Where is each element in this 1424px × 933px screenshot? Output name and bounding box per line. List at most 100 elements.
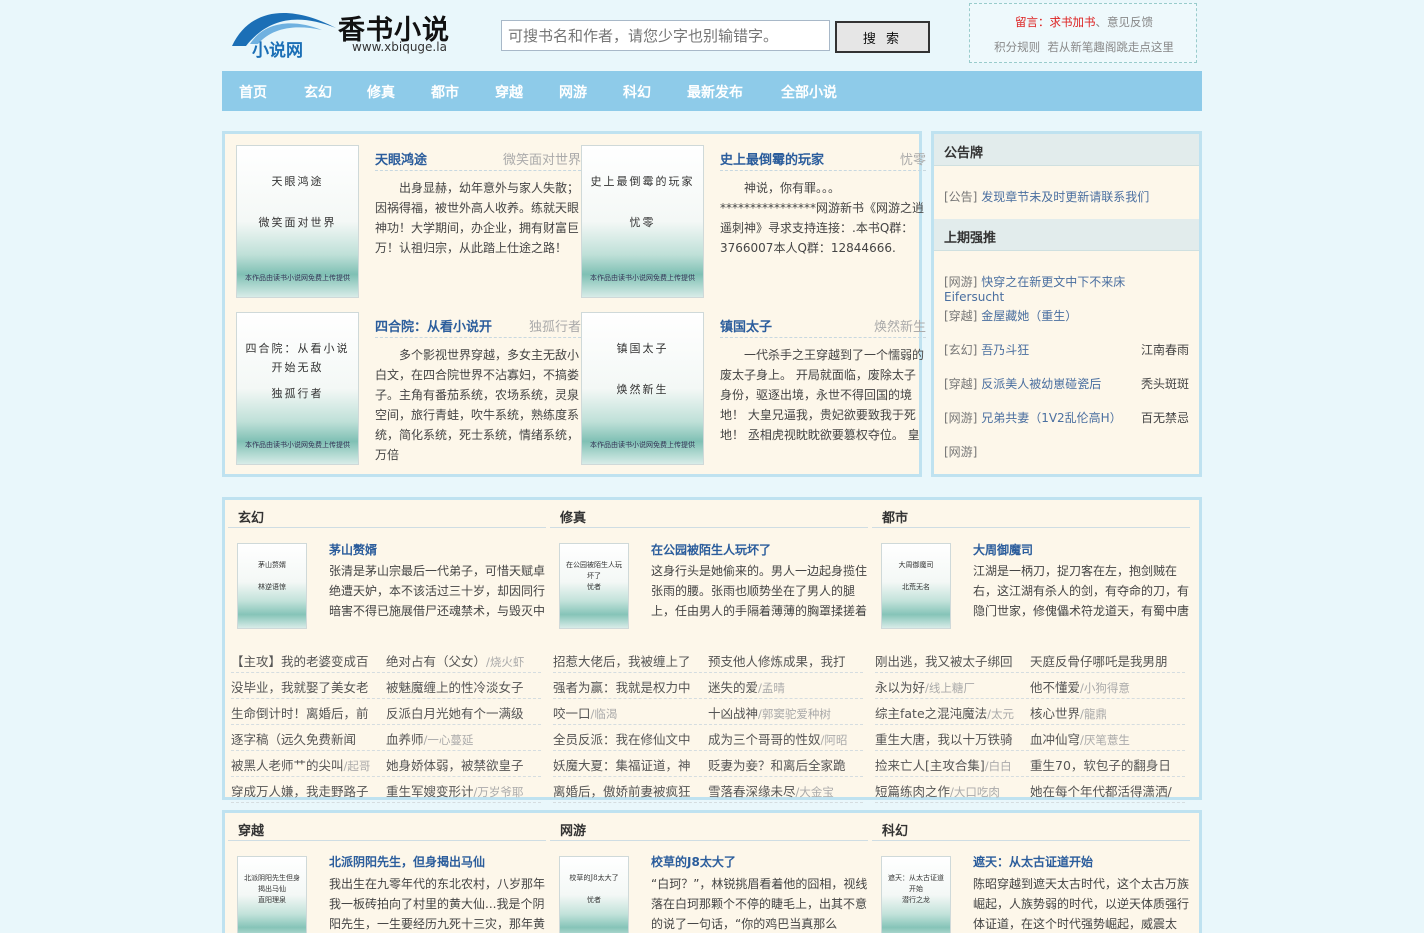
book-cover[interactable]: 史上最倒霉的玩家 忧零 本作品由读书小说网免费上传提供	[581, 145, 704, 298]
item-title[interactable]: 兄弟共妻（1V2乱伦高H）	[981, 411, 1122, 425]
list-item[interactable]: 生命倒计时！离婚后，前	[231, 703, 383, 722]
nav-dushi[interactable]: 都市	[431, 82, 459, 102]
list-item-title[interactable]: 离婚后，傲娇前妻被疯狂	[553, 784, 691, 799]
board-item[interactable]: [公告] 发现章节未及时更新请联系我们	[944, 188, 1189, 205]
list-item[interactable]: 穿成万人嫌，我走野路子	[231, 781, 383, 800]
book-cover[interactable]: 镇国太子 焕然新生 本作品由读书小说网免费上传提供	[581, 312, 704, 465]
list-item[interactable]: 绝对占有（父女）/烧火虾	[386, 651, 538, 670]
category-title[interactable]: 都市	[872, 504, 1190, 528]
feedback-link[interactable]: 意见反馈	[1107, 15, 1153, 29]
book-cover[interactable]: 茅山赘婿 林逆语惊	[237, 543, 307, 629]
book-title[interactable]: 在公园被陌生人玩坏了	[651, 541, 771, 558]
list-item-title[interactable]: 她身娇体弱，被禁欲皇子	[386, 758, 524, 773]
category-title[interactable]: 科幻	[872, 817, 1190, 841]
search-input[interactable]	[501, 20, 830, 51]
item-text[interactable]: 发现章节未及时更新请联系我们	[981, 190, 1149, 204]
category-title[interactable]: 修真	[550, 504, 868, 528]
list-item-title[interactable]: 被黑人老师艹的尖叫	[231, 758, 344, 773]
list-item-title[interactable]: 迷失的爱	[708, 680, 758, 695]
list-item-title[interactable]: 预支他人修炼成果，我打	[708, 654, 846, 669]
list-item[interactable]: 重生70，软包子的翻身日	[1030, 755, 1182, 774]
points-rules-link[interactable]: 积分规则	[994, 40, 1040, 54]
list-item-title[interactable]: 贬妻为妾？和离后全家跪	[708, 758, 846, 773]
list-item-title[interactable]: 综主fate之混沌魔法	[875, 706, 987, 721]
book-cover[interactable]: 校草的J8太大了 忧者	[559, 856, 629, 933]
list-item-title[interactable]: 她在每个年代都活得潇洒/	[1030, 784, 1172, 799]
nav-wangyou[interactable]: 网游	[559, 82, 587, 102]
list-item[interactable]: 强者为赢：我就是权力中	[553, 677, 705, 696]
list-item[interactable]: 被黑人老师艹的尖叫/起哥	[231, 755, 383, 774]
book-title[interactable]: 四合院：从看小说开	[375, 316, 492, 335]
search-button[interactable]: 搜 索	[835, 21, 930, 53]
item-title[interactable]: 金屋藏她（重生）	[981, 309, 1077, 323]
list-item[interactable]: 核心世界/龍鼎	[1030, 703, 1182, 722]
list-item-title[interactable]: 永以为好	[875, 680, 925, 695]
book-title[interactable]: 镇国太子	[720, 316, 772, 335]
list-item-title[interactable]: 雪落春深缘未尽	[708, 784, 796, 799]
list-item-title[interactable]: 十凶战神	[708, 706, 758, 721]
list-item[interactable]: 迷失的爱/孟晴	[708, 677, 860, 696]
list-item[interactable]: 离婚后，傲娇前妻被疯狂	[553, 781, 705, 800]
list-item-title[interactable]: 逐字稿（远久免费新闻	[231, 732, 356, 747]
list-item-title[interactable]: 【主攻】我的老婆变成百	[231, 654, 369, 669]
list-item-title[interactable]: 生命倒计时！离婚后，前	[231, 706, 369, 721]
book-cover[interactable]: 大周御魔司 北荒无名	[881, 543, 951, 629]
list-item[interactable]: 捡来亡人[主攻合集]/白白	[875, 755, 1027, 774]
strong-item[interactable]: [网游] 兄弟共妻（1V2乱伦高H） 百无禁忌	[944, 409, 1189, 426]
nav-latest[interactable]: 最新发布	[687, 82, 743, 102]
list-item[interactable]: 刚出逃，我又被太子绑回	[875, 651, 1027, 670]
book-title[interactable]: 遮天：从太古证道开始	[973, 853, 1093, 870]
list-item-title[interactable]: 血冲仙穹	[1030, 732, 1080, 747]
list-item-title[interactable]: 重生大唐，我以十万铁骑	[875, 732, 1013, 747]
list-item[interactable]: 反派白月光她有个一满级	[386, 703, 538, 722]
strong-item[interactable]: [网游] 快穿之在新更文中下不来床 Eifersucht	[944, 273, 1189, 304]
list-item[interactable]: 被魅魔缠上的性冷淡女子	[386, 677, 538, 696]
book-title[interactable]: 史上最倒霉的玩家	[720, 149, 824, 168]
site-logo[interactable]: 小说网 香书小说 www.xbiquge.la	[230, 6, 470, 61]
list-item[interactable]: 综主fate之混沌魔法/太元	[875, 703, 1027, 722]
list-item-title[interactable]: 全员反派：我在修仙文中	[553, 732, 691, 747]
nav-chuanyue[interactable]: 穿越	[495, 82, 523, 102]
book-cover[interactable]: 在公园被陌生人玩坏了 忧者	[559, 543, 629, 629]
strong-item[interactable]: [穿越] 金屋藏她（重生）	[944, 307, 1189, 324]
list-item-title[interactable]: 他不懂爱	[1030, 680, 1080, 695]
list-item-title[interactable]: 捡来亡人[主攻合集]	[875, 758, 985, 773]
list-item-title[interactable]: 成为三个哥哥的性奴	[708, 732, 821, 747]
book-title[interactable]: 校草的J8太大了	[651, 853, 736, 870]
list-item[interactable]: 咬一口/临渴	[553, 703, 705, 722]
list-item[interactable]: 预支他人修炼成果，我打	[708, 651, 860, 670]
book-cover[interactable]: 北派阴阳先生但身揭出马仙 直阳理泉	[237, 856, 307, 933]
strong-item[interactable]: [网游]	[944, 443, 1189, 460]
list-item-title[interactable]: 反派白月光她有个一满级	[386, 706, 524, 721]
nav-all-novels[interactable]: 全部小说	[781, 82, 837, 102]
book-cover[interactable]: 遮天：从太古证道开始 潜行之龙	[881, 856, 951, 933]
list-item[interactable]: 十凶战神/郭窦驼爱种树	[708, 703, 860, 722]
jump-here-link[interactable]: 若从新笔趣阁跳走点这里	[1047, 40, 1174, 54]
list-item[interactable]: 天庭反骨仔哪吒是我男朋	[1030, 651, 1182, 670]
nav-xuanhuan[interactable]: 玄幻	[304, 82, 332, 102]
book-cover[interactable]: 四合院：从看小说开始无敌 独孤行者 本作品由读书小说网免费上传提供	[236, 312, 359, 465]
list-item[interactable]: 贬妻为妾？和离后全家跪	[708, 755, 860, 774]
book-title[interactable]: 茅山赘婿	[329, 541, 377, 558]
category-title[interactable]: 玄幻	[228, 504, 546, 528]
nav-xiuzhen[interactable]: 修真	[367, 82, 395, 102]
nav-home[interactable]: 首页	[239, 82, 267, 102]
list-item-title[interactable]: 血养师	[386, 732, 424, 747]
list-item-title[interactable]: 强者为赢：我就是权力中	[553, 680, 691, 695]
book-title[interactable]: 北派阴阳先生，但身揭出马仙	[329, 853, 485, 870]
list-item[interactable]: 重生军嫂变形计/万岁爷耶	[386, 781, 538, 800]
list-item-title[interactable]: 重生70，软包子的翻身日	[1030, 758, 1171, 773]
list-item-title[interactable]: 核心世界	[1030, 706, 1080, 721]
category-title[interactable]: 穿越	[228, 817, 546, 841]
list-item-title[interactable]: 没毕业，我就娶了美女老	[231, 680, 369, 695]
list-item[interactable]: 全员反派：我在修仙文中	[553, 729, 705, 748]
list-item-title[interactable]: 重生军嫂变形计	[386, 784, 474, 799]
list-item-title[interactable]: 招惹大佬后，我被缠上了	[553, 654, 691, 669]
list-item[interactable]: 短篇练肉之作/大口吃肉	[875, 781, 1027, 800]
list-item-title[interactable]: 穿成万人嫌，我走野路子	[231, 784, 369, 799]
list-item[interactable]: 没毕业，我就娶了美女老	[231, 677, 383, 696]
list-item[interactable]: 招惹大佬后，我被缠上了	[553, 651, 705, 670]
list-item[interactable]: 重生大唐，我以十万铁骑	[875, 729, 1027, 748]
list-item-title[interactable]: 刚出逃，我又被太子绑回	[875, 654, 1013, 669]
nav-kehuan[interactable]: 科幻	[623, 82, 651, 102]
